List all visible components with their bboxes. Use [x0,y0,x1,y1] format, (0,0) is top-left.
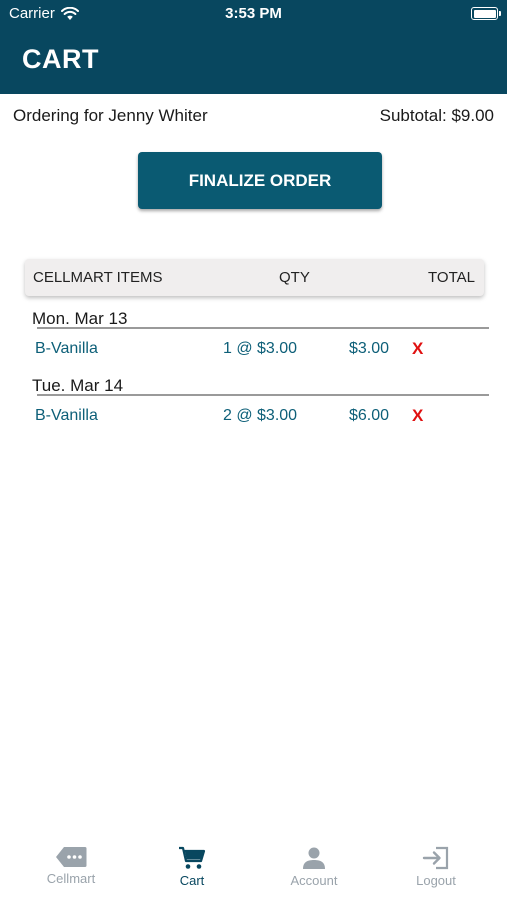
day-divider [37,394,489,396]
subtotal-label: Subtotal: $9.00 [379,106,494,125]
app-header: Carrier 3:53 PM CART [0,0,507,94]
item-name[interactable]: B-Vanilla [35,340,98,358]
column-header-total: TOTAL [428,269,475,286]
tab-bar: Cellmart Cart Account Logout [0,838,507,900]
day-divider [37,327,489,329]
battery-level [473,9,496,18]
tab-account[interactable]: Account [264,838,364,896]
remove-item-button[interactable]: X [412,339,423,359]
ordering-for-label: Ordering for Jenny Whiter [13,106,208,125]
battery-icon [471,7,501,20]
item-total: $6.00 [349,407,390,424]
page-title: CART [22,44,99,74]
cart-icon [179,846,206,869]
item-quantity[interactable]: 2 @ $3.00 [223,407,297,425]
item-name[interactable]: B-Vanilla [35,407,98,425]
column-header-qty: QTY [279,269,310,286]
remove-item-button[interactable]: X [412,406,423,426]
tab-logout[interactable]: Logout [386,838,486,896]
tab-cart[interactable]: Cart [142,838,242,896]
logout-icon [422,846,449,870]
clock: 3:53 PM [225,5,282,22]
day-heading: Mon. Mar 13 [32,309,128,328]
tab-cellmart[interactable]: Cellmart [21,838,121,896]
tag-icon [56,847,87,867]
table-header: CELLMART ITEMS QTY TOTAL [25,259,484,296]
cart-item-row: B-Vanilla 1 @ $3.00 $3.00 X [35,339,465,362]
tab-label: Account [290,873,338,888]
finalize-order-button[interactable]: FINALIZE ORDER [138,152,382,209]
tab-label: Cart [179,873,205,888]
day-heading: Tue. Mar 14 [32,376,124,395]
person-icon [303,847,325,869]
item-total: $3.00 [349,340,390,357]
tab-label: Logout [416,873,456,888]
status-bar: Carrier 3:53 PM [0,0,507,30]
battery-cap [499,11,501,16]
column-header-items: CELLMART ITEMS [33,269,163,286]
item-quantity[interactable]: 1 @ $3.00 [223,340,297,358]
order-summary: Ordering for Jenny Whiter Subtotal: $9.0… [13,106,494,126]
cart-item-row: B-Vanilla 2 @ $3.00 $6.00 X [35,406,465,429]
tab-label: Cellmart [46,871,96,886]
